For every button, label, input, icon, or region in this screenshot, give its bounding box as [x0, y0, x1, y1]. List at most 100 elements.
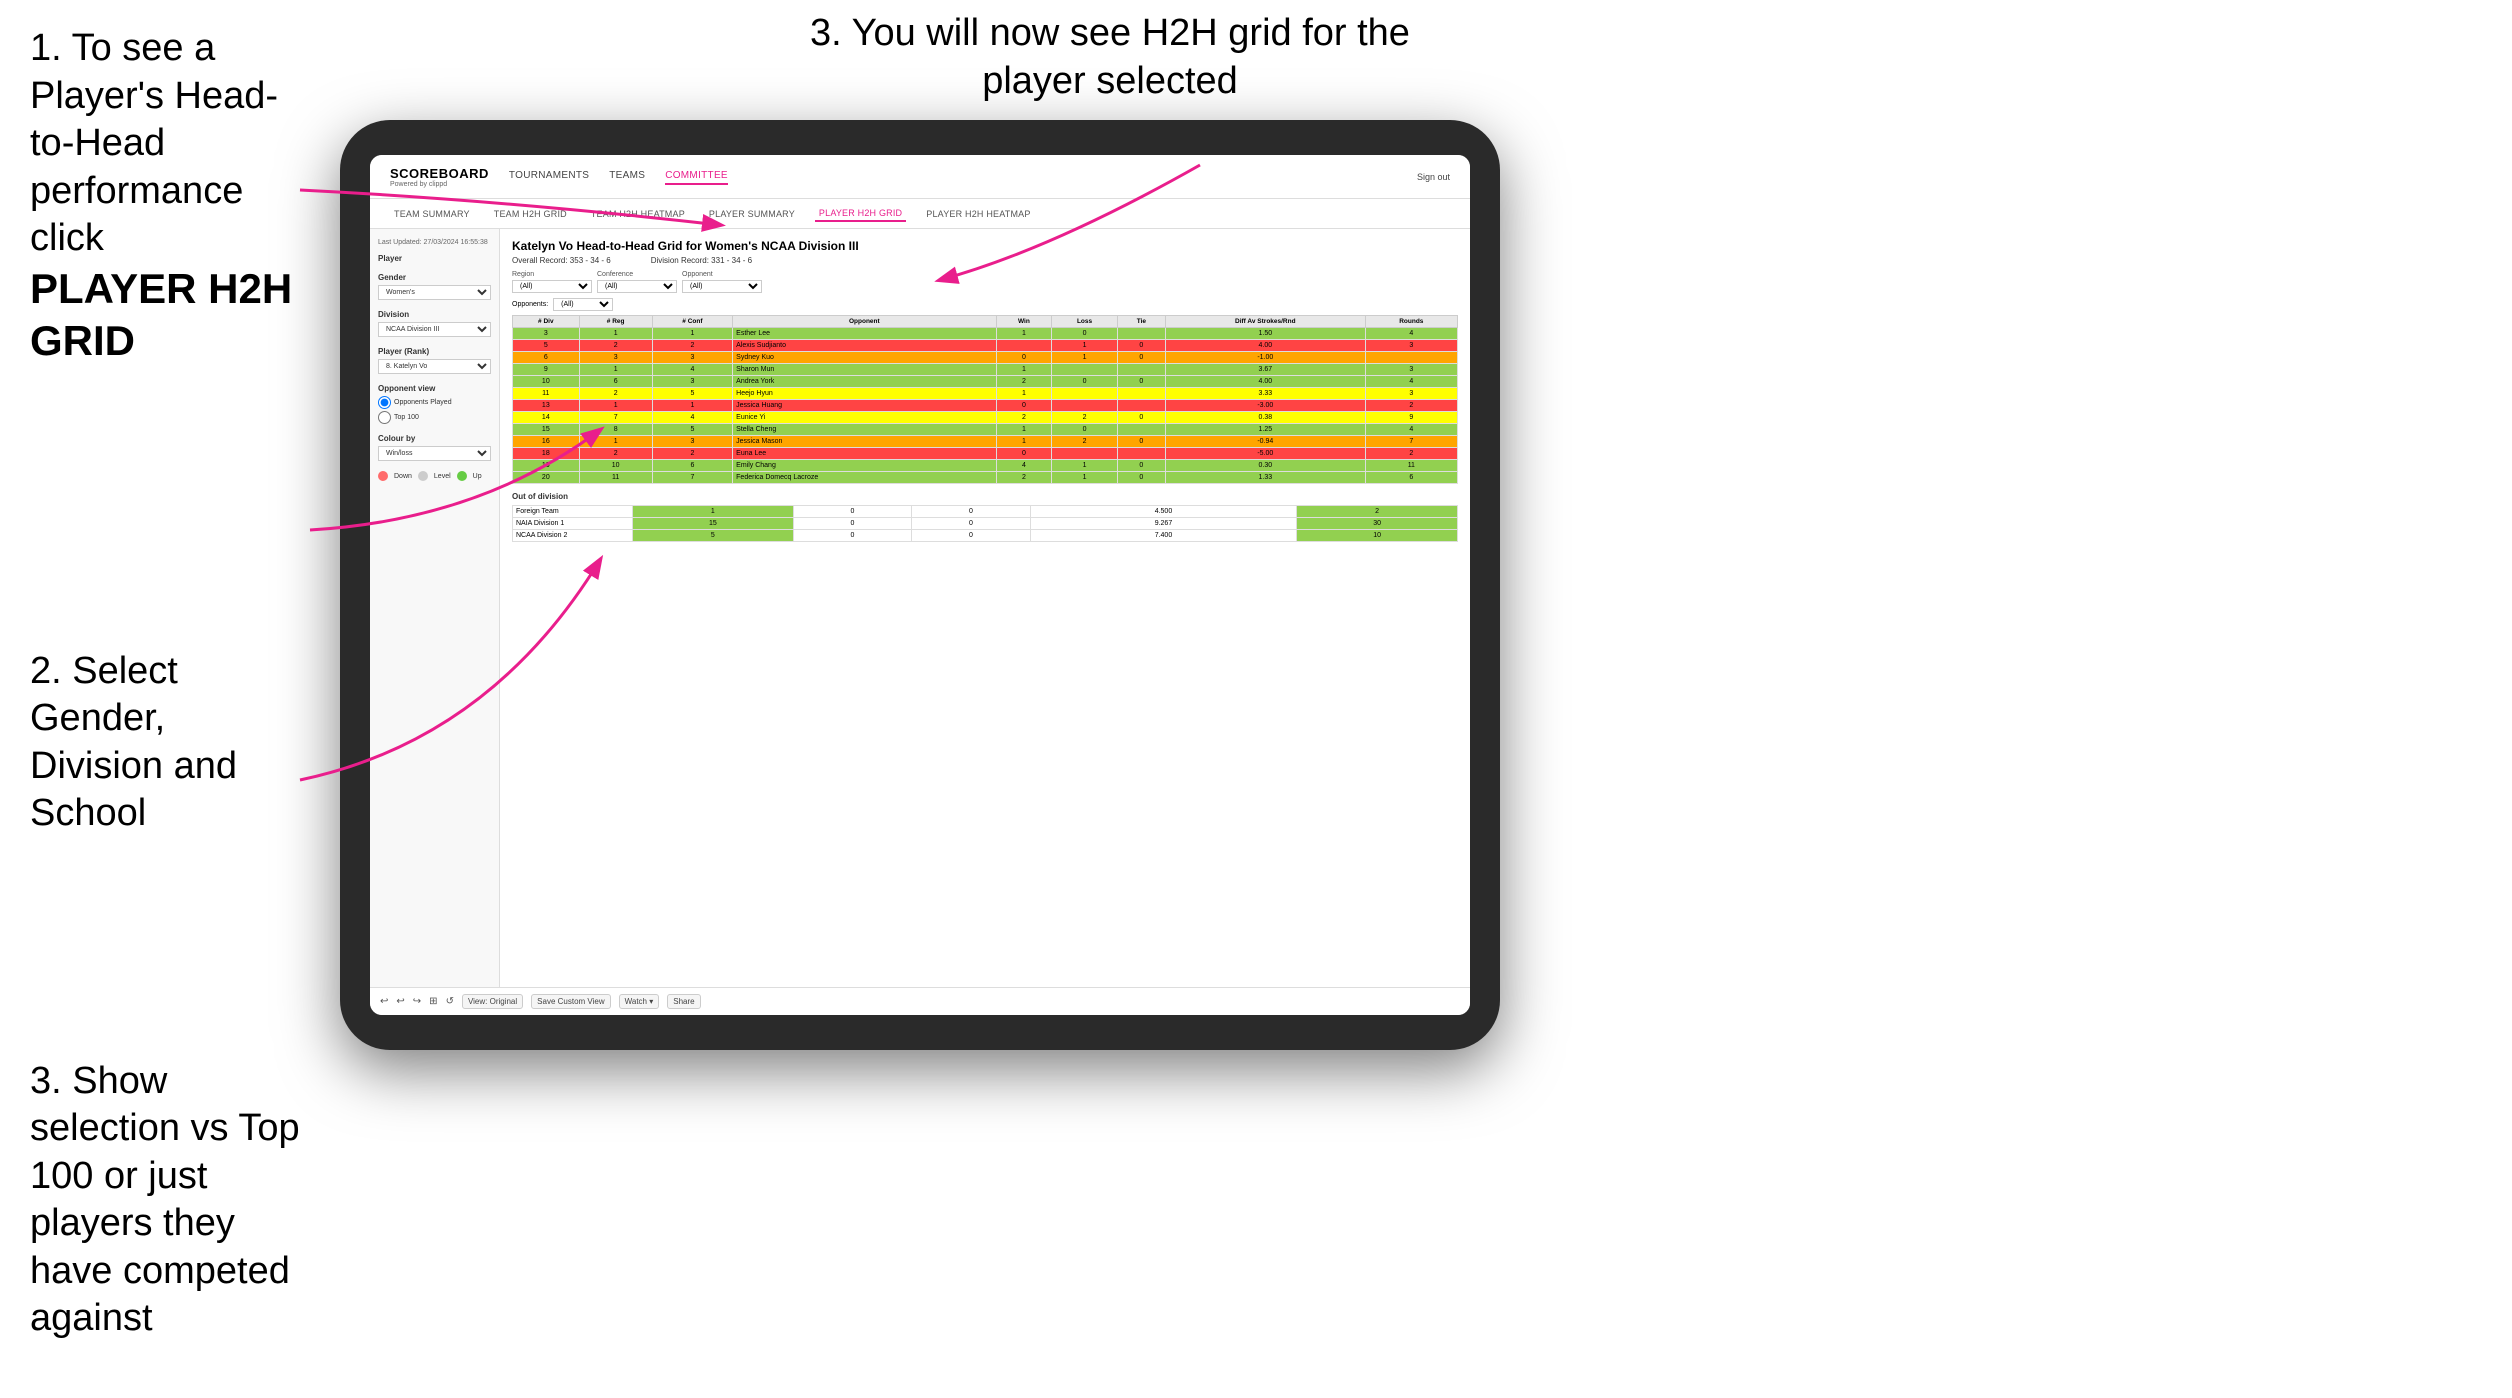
conference-filter-group: Conference (All)	[597, 271, 677, 293]
sub-nav-player-heatmap[interactable]: PLAYER H2H HEATMAP	[922, 207, 1034, 221]
cell-tie: 0	[1117, 352, 1165, 364]
ood-rounds: 30	[1297, 518, 1458, 530]
colour-legend: Down Level Up	[378, 471, 491, 481]
share-btn[interactable]: Share	[667, 994, 700, 1009]
ood-loss: 0	[793, 518, 911, 530]
opponent-filter-group: Opponent (All)	[682, 271, 762, 293]
cell-reg: 2	[579, 448, 652, 460]
cell-opponent: Emily Chang	[733, 460, 996, 472]
cell-div: 14	[513, 412, 580, 424]
col-rounds: Rounds	[1365, 316, 1457, 328]
undo-icon[interactable]: ↩	[380, 996, 388, 1007]
last-updated: Last Updated: 27/03/2024 16:55:38	[378, 239, 491, 246]
out-of-division-header: Out of division	[512, 492, 1458, 501]
undo2-icon[interactable]: ↩	[396, 996, 404, 1007]
sub-nav-team-heatmap[interactable]: TEAM H2H HEATMAP	[587, 207, 689, 221]
cell-rounds: 4	[1365, 376, 1457, 388]
cell-win: 2	[996, 472, 1052, 484]
sub-nav-team-summary[interactable]: TEAM SUMMARY	[390, 207, 474, 221]
sidebar-player-rank-section: Player (Rank) 8. Katelyn Vo	[378, 347, 491, 374]
nav-committee[interactable]: COMMITTEE	[665, 168, 728, 185]
colour-by-section: Colour by Win/loss	[378, 434, 491, 461]
cell-tie	[1117, 400, 1165, 412]
region-filter[interactable]: (All)	[512, 280, 592, 293]
conference-filter[interactable]: (All)	[597, 280, 677, 293]
cell-rounds	[1365, 352, 1457, 364]
instruction-step2: 2. Select Gender, Division and School	[30, 648, 300, 838]
ood-tie: 0	[912, 530, 1030, 542]
cell-opponent: Andrea York	[733, 376, 996, 388]
col-conf: # Conf	[652, 316, 733, 328]
radio-top100[interactable]: Top 100	[378, 411, 491, 424]
cell-rounds: 2	[1365, 400, 1457, 412]
radio-opponents-played[interactable]: Opponents Played	[378, 396, 491, 409]
player-label: Player	[378, 254, 491, 263]
sub-nav-team-h2h[interactable]: TEAM H2H GRID	[490, 207, 571, 221]
cell-win: 0	[996, 352, 1052, 364]
refresh-icon[interactable]: ↺	[446, 996, 454, 1007]
cell-reg: 8	[579, 424, 652, 436]
table-row: 14 7 4 Eunice Yi 2 2 0 0.38 9	[513, 412, 1458, 424]
grid-icon[interactable]: ⊞	[429, 996, 437, 1007]
opponent-filter[interactable]: (All)	[682, 280, 762, 293]
division-select[interactable]: NCAA Division III	[378, 322, 491, 337]
gender-select[interactable]: Women's	[378, 285, 491, 300]
cell-rounds: 4	[1365, 328, 1457, 340]
cell-loss: 0	[1052, 328, 1118, 340]
cell-div: 3	[513, 328, 580, 340]
cell-loss: 0	[1052, 376, 1118, 388]
nav-tournaments[interactable]: TOURNAMENTS	[509, 168, 589, 185]
cell-opponent: Heejo Hyun	[733, 388, 996, 400]
cell-win: 1	[996, 364, 1052, 376]
cell-loss: 1	[1052, 352, 1118, 364]
cell-opponent: Jessica Huang	[733, 400, 996, 412]
cell-div: 11	[513, 388, 580, 400]
opponents-select[interactable]: (All)	[553, 298, 613, 311]
opponent-view-section: Opponent view Opponents Played Top 100	[378, 384, 491, 424]
grid-title: Katelyn Vo Head-to-Head Grid for Women's…	[512, 239, 1458, 253]
watch-btn[interactable]: Watch ▾	[619, 994, 660, 1009]
cell-div: 10	[513, 376, 580, 388]
radio-group: Opponents Played Top 100	[378, 396, 491, 424]
cell-loss: 1	[1052, 340, 1118, 352]
colour-select[interactable]: Win/loss	[378, 446, 491, 461]
cell-diff: 0.30	[1165, 460, 1365, 472]
cell-conf: 4	[652, 364, 733, 376]
cell-conf: 5	[652, 388, 733, 400]
cell-loss: 2	[1052, 436, 1118, 448]
sign-out[interactable]: Sign out	[1417, 172, 1450, 182]
col-reg: # Reg	[579, 316, 652, 328]
view-original-btn[interactable]: View: Original	[462, 994, 523, 1009]
cell-conf: 6	[652, 460, 733, 472]
cell-win: 2	[996, 376, 1052, 388]
cell-loss: 0	[1052, 424, 1118, 436]
ood-loss: 0	[793, 530, 911, 542]
cell-tie	[1117, 388, 1165, 400]
nav-teams[interactable]: TEAMS	[609, 168, 645, 185]
cell-reg: 1	[579, 364, 652, 376]
sub-nav-player-summary[interactable]: PLAYER SUMMARY	[705, 207, 799, 221]
table-row: 10 6 3 Andrea York 2 0 0 4.00 4	[513, 376, 1458, 388]
table-row: 18 2 2 Euna Lee 0 -5.00 2	[513, 448, 1458, 460]
player-rank-select[interactable]: 8. Katelyn Vo	[378, 359, 491, 374]
cell-div: 18	[513, 448, 580, 460]
cell-div: 19	[513, 460, 580, 472]
cell-reg: 2	[579, 340, 652, 352]
col-tie: Tie	[1117, 316, 1165, 328]
cell-rounds: 3	[1365, 364, 1457, 376]
cell-conf: 2	[652, 340, 733, 352]
cell-rounds: 4	[1365, 424, 1457, 436]
cell-loss: 1	[1052, 460, 1118, 472]
cell-diff: 3.67	[1165, 364, 1365, 376]
division-record: Division Record: 331 - 34 - 6	[651, 256, 752, 265]
cell-div: 13	[513, 400, 580, 412]
cell-loss: 2	[1052, 412, 1118, 424]
cell-div: 20	[513, 472, 580, 484]
save-custom-btn[interactable]: Save Custom View	[531, 994, 610, 1009]
cell-tie: 0	[1117, 376, 1165, 388]
table-row: 3 1 1 Esther Lee 1 0 1.50 4	[513, 328, 1458, 340]
redo-icon[interactable]: ↪	[413, 996, 421, 1007]
cell-opponent: Euna Lee	[733, 448, 996, 460]
sub-nav-player-h2h[interactable]: PLAYER H2H GRID	[815, 206, 906, 222]
table-row: 15 8 5 Stella Cheng 1 0 1.25 4	[513, 424, 1458, 436]
